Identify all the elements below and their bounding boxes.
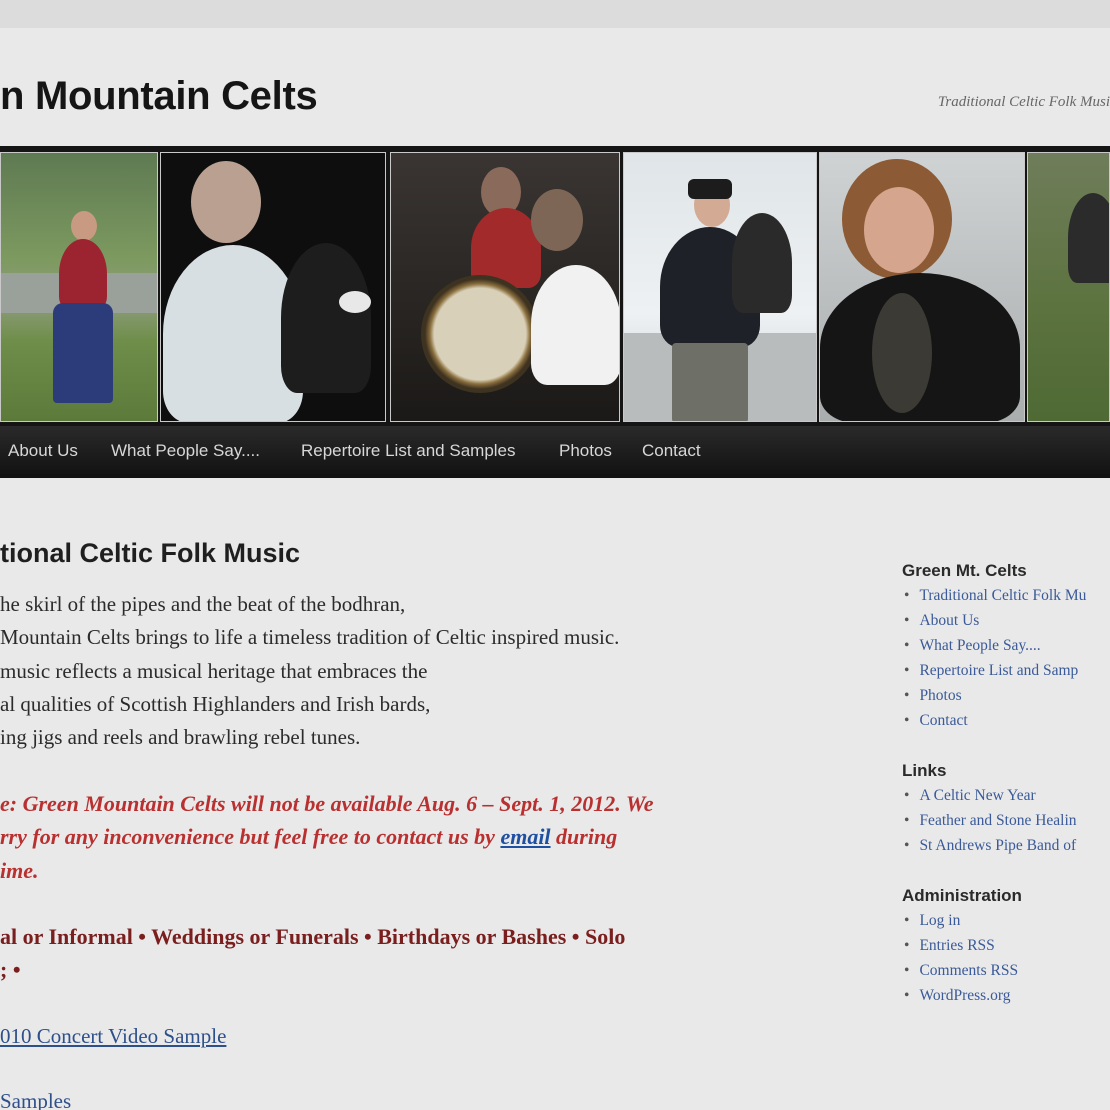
intro-line: music reflects a musical heritage that e… [0,659,428,683]
nav-item-repertoire[interactable]: Repertoire List and Samples [301,441,516,461]
sidebar-link-label: About Us [919,612,980,629]
concert-video-link[interactable]: 010 Concert Video Sample [0,1024,226,1049]
availability-notice-line3: ime. [0,858,39,883]
bullet: • [904,612,910,629]
main-nav: About Us What People Say.... Repertoire … [0,426,1110,478]
bullet: • [904,837,910,854]
bullet: • [904,787,910,804]
sidebar-link-label: Feather and Stone Healin [919,812,1077,829]
bullet: • [904,812,910,829]
nav-item-what-people-say[interactable]: What People Say.... [111,441,260,461]
sidebar-link-label: Log in [919,912,961,929]
availability-notice-line2: rry for any inconvenience but feel free … [0,824,617,850]
banner-photo-woman-frame-drum [819,152,1025,422]
sidebar-link-celtic-new-year[interactable]: • A Celtic New Year [904,787,1036,805]
sidebar-link-st-andrews[interactable]: • St Andrews Pipe Band of [904,837,1076,855]
event-types-line2: ; • [0,957,21,982]
sidebar-link-label: WordPress.org [919,987,1011,1004]
bullet: • [904,912,910,929]
bullet: • [904,687,910,704]
page: n Mountain Celts Traditional Celtic Folk… [0,28,1110,1110]
sidebar-link-label: Contact [919,712,968,729]
intro-line: he skirl of the pipes and the beat of th… [0,592,406,616]
sidebar-link-entries-rss[interactable]: • Entries RSS [904,937,995,955]
bullet: • [904,962,910,979]
bullet: • [904,587,910,604]
sidebar-link-feather-and-stone[interactable]: • Feather and Stone Healin [904,812,1077,830]
sidebar-link-photos[interactable]: • Photos [904,687,962,705]
widget-title-administration: Administration [902,886,1022,905]
sidebar-link-label: Repertoire List and Samp [919,662,1079,679]
nav-item-about-us[interactable]: About Us [8,441,78,461]
notice-text: rry for any inconvenience but feel free … [0,824,501,849]
email-link[interactable]: email [500,824,550,849]
bullet: • [904,937,910,954]
sidebar-link-label: A Celtic New Year [919,787,1036,804]
samples-link[interactable]: Samples [0,1089,71,1110]
sidebar-link-comments-rss[interactable]: • Comments RSS [904,962,1018,980]
sidebar-link-contact[interactable]: • Contact [904,712,968,730]
intro-line: al qualities of Scottish Highlanders and… [0,692,431,716]
sidebar-link-log-in[interactable]: • Log in [904,912,960,930]
widget-title-green-mt-celts: Green Mt. Celts [902,561,1027,580]
sidebar-link-label: Entries RSS [919,937,995,954]
bullet: • [904,662,910,679]
sidebar-link-label: Traditional Celtic Folk Mu [919,587,1087,604]
sidebar-link-what-people-say[interactable]: • What People Say.... [904,637,1041,655]
sidebar-link-wordpress[interactable]: • WordPress.org [904,987,1010,1005]
notice-text: during [550,824,618,849]
nav-item-photos[interactable]: Photos [559,441,612,461]
banner-photo-piper-outdoors [1027,152,1110,422]
intro-line: Mountain Celts brings to life a timeless… [0,625,620,649]
sidebar-link-about-us[interactable]: • About Us [904,612,979,630]
nav-item-contact[interactable]: Contact [642,441,701,461]
site-title[interactable]: n Mountain Celts [0,74,318,119]
event-types: al or Informal • Weddings or Funerals • … [0,924,626,949]
banner-photo-piper-kilt [623,152,817,422]
sidebar-link-label: What People Say.... [919,637,1041,654]
intro-line: ing jigs and reels and brawling rebel tu… [0,725,361,749]
sidebar-link-label: Photos [919,687,962,704]
banner-photo-bodhran-player [390,152,620,422]
bullet: • [904,987,910,1004]
bullet: • [904,712,910,729]
sidebar-link-repertoire[interactable]: • Repertoire List and Samp [904,662,1078,680]
banner-photo-piper-white-shirt [160,152,386,422]
sidebar-link-label: Comments RSS [919,962,1019,979]
page-title: tional Celtic Folk Music [0,538,301,568]
widget-title-links: Links [902,761,947,780]
site-tagline: Traditional Celtic Folk Musi [937,94,1110,110]
header-banner [0,146,1110,426]
banner-photo-woman-outdoors [0,152,158,422]
availability-notice: e: Green Mountain Celts will not be avai… [0,791,654,816]
bullet: • [904,637,910,654]
sidebar-link-traditional[interactable]: • Traditional Celtic Folk Mu [904,587,1086,605]
sidebar-link-label: St Andrews Pipe Band of [919,837,1077,854]
